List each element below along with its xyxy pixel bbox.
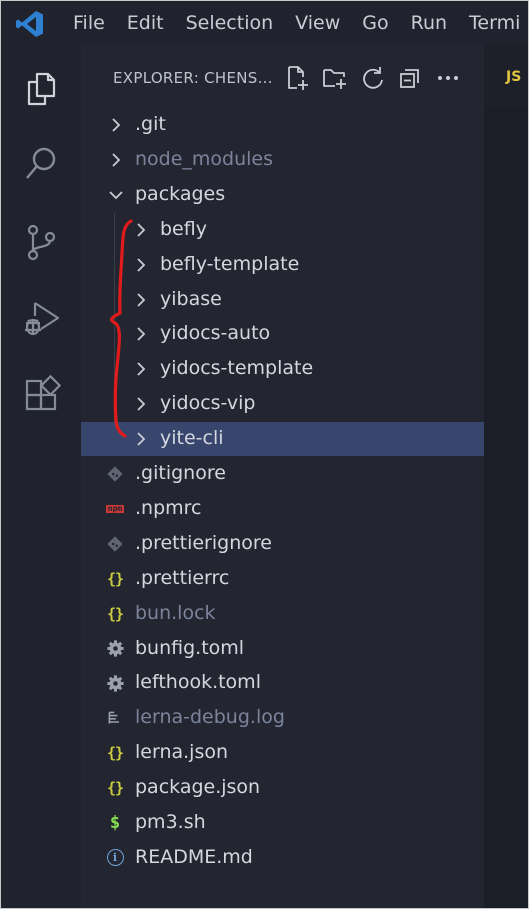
json-braces-icon: {} — [106, 604, 124, 623]
source-control-icon[interactable] — [21, 222, 61, 262]
tree-item-label: .npmrc — [135, 496, 202, 519]
explorer-icon[interactable] — [21, 68, 61, 108]
tree-item-label: .gitignore — [135, 462, 226, 484]
chevron-right-icon[interactable] — [134, 292, 148, 308]
tree-item-label: bun.lock — [135, 601, 216, 624]
tree-item-label: lefthook.toml — [135, 671, 261, 694]
menu-item-view[interactable]: View — [295, 12, 340, 34]
chevron-right-icon[interactable] — [134, 361, 148, 377]
activity-bar — [1, 45, 81, 908]
menu-item-selection[interactable]: Selection — [186, 12, 274, 34]
editor-tab-js-icon[interactable]: JS — [506, 69, 521, 85]
tree-item-node-modules[interactable]: node_modules — [81, 143, 484, 177]
tree-item-label: .prettierrc — [135, 566, 230, 589]
refresh-icon[interactable] — [360, 65, 386, 91]
tree-item-prettierignore[interactable]: .prettierignore — [81, 527, 484, 561]
tree-item-bun-lock[interactable]: {} bun.lock — [81, 597, 484, 631]
tree-item-label: README.md — [135, 845, 253, 868]
tree-item-bunfig-toml[interactable]: bunfig.toml — [81, 632, 484, 666]
tree-item-label: bunfig.toml — [135, 636, 245, 659]
extensions-icon[interactable] — [21, 374, 62, 415]
tree-item-yidocs-vip[interactable]: yidocs-vip — [81, 387, 484, 421]
tree-item-label: yibase — [160, 287, 222, 310]
tree-item-label: packages — [135, 182, 226, 205]
tree-item-label: lerna.json — [135, 741, 229, 764]
search-icon[interactable] — [21, 144, 61, 184]
menu-item-run[interactable]: Run — [411, 12, 447, 34]
npm-icon: npm — [105, 503, 125, 513]
json-braces-icon: {} — [106, 779, 124, 798]
gear-icon — [105, 672, 125, 694]
tree-item-label: package.json — [135, 776, 261, 799]
git-diamond-icon — [105, 533, 125, 555]
new-folder-icon[interactable] — [322, 65, 348, 91]
tree-item-label: node_modules — [135, 147, 274, 170]
git-diamond-icon — [105, 463, 125, 485]
vscode-logo-icon[interactable] — [15, 9, 45, 39]
chevron-down-icon[interactable] — [109, 187, 123, 203]
chevron-right-icon[interactable] — [134, 396, 148, 412]
tree-item-prettierrc[interactable]: {} .prettierrc — [81, 562, 484, 596]
menu-item-edit[interactable]: Edit — [127, 12, 164, 34]
run-debug-icon[interactable] — [21, 298, 61, 338]
tree-item-yidocs-auto[interactable]: yidocs-auto — [81, 317, 484, 351]
indent-guide — [114, 212, 115, 423]
tree-item-label: lerna-debug.log — [135, 706, 285, 729]
chevron-right-icon[interactable] — [134, 326, 148, 342]
tree-item-lerna-debug-log[interactable]: lerna-debug.log — [81, 701, 484, 735]
tree-item-label: befly — [160, 217, 207, 240]
tree-item-lerna-json[interactable]: {} lerna.json — [81, 736, 484, 770]
tree-item-packages[interactable]: packages — [81, 178, 484, 212]
tree-item-label: yite-cli — [160, 427, 224, 450]
tree-item-befly-template[interactable]: befly-template — [81, 248, 484, 282]
explorer-title: EXPLORER: CHENS... — [113, 69, 273, 87]
tree-item-label: pm3.sh — [135, 811, 206, 833]
log-lines-icon — [105, 707, 125, 729]
tree-item-npmrc[interactable]: npm .npmrc — [81, 492, 484, 526]
tree-item-package-json[interactable]: {} package.json — [81, 771, 484, 805]
collapse-all-icon[interactable] — [397, 65, 423, 91]
tree-item-gitignore[interactable]: .gitignore — [81, 457, 484, 491]
editor-area: JS — [484, 45, 528, 908]
menu-item-file[interactable]: File — [73, 12, 105, 34]
vscode-window: File Edit Selection View Go Run Termi EX… — [0, 0, 529, 909]
tree-item-befly[interactable]: befly — [81, 213, 484, 247]
explorer-header: EXPLORER: CHENS... — [81, 45, 484, 111]
chevron-right-icon[interactable] — [134, 431, 148, 447]
tree-item-label: yidocs-template — [160, 357, 314, 380]
json-braces-icon: {} — [106, 744, 124, 763]
explorer-sidebar: EXPLORER: CHENS... .git node_modules pac… — [81, 45, 484, 908]
chevron-right-icon[interactable] — [134, 257, 148, 273]
more-actions-icon[interactable] — [435, 65, 461, 91]
tree-item-yibase[interactable]: yibase — [81, 283, 484, 317]
chevron-right-icon[interactable] — [109, 117, 123, 133]
tree-item-label: .git — [135, 113, 166, 135]
shell-dollar-icon: $ — [109, 813, 121, 833]
tree-item-label: yidocs-vip — [160, 392, 256, 415]
tree-item-yidocs-template[interactable]: yidocs-template — [81, 352, 484, 386]
json-braces-icon: {} — [106, 569, 124, 588]
info-icon: i — [105, 847, 125, 869]
chevron-right-icon[interactable] — [134, 222, 148, 238]
tree-item-yite-cli[interactable]: yite-cli — [81, 422, 484, 457]
menu-item-termi[interactable]: Termi — [469, 12, 520, 34]
tree-item-pm3-sh[interactable]: $ pm3.sh — [81, 806, 484, 840]
gear-icon — [105, 638, 125, 660]
tree-item-label: yidocs-auto — [160, 322, 271, 345]
editor-panel[interactable] — [484, 107, 528, 908]
title-bar: File Edit Selection View Go Run Termi — [1, 1, 528, 45]
tree-item-lefthook-toml[interactable]: lefthook.toml — [81, 666, 484, 700]
tree-item-git[interactable]: .git — [81, 108, 484, 142]
new-file-icon[interactable] — [284, 65, 310, 91]
menu-bar: File Edit Selection View Go Run Termi — [73, 1, 528, 45]
tree-item-label: .prettierignore — [135, 531, 272, 554]
tree-item-label: befly-template — [160, 252, 300, 275]
menu-item-go[interactable]: Go — [362, 12, 388, 34]
tree-item-readme-md[interactable]: i README.md — [81, 841, 484, 875]
chevron-right-icon[interactable] — [109, 152, 123, 168]
